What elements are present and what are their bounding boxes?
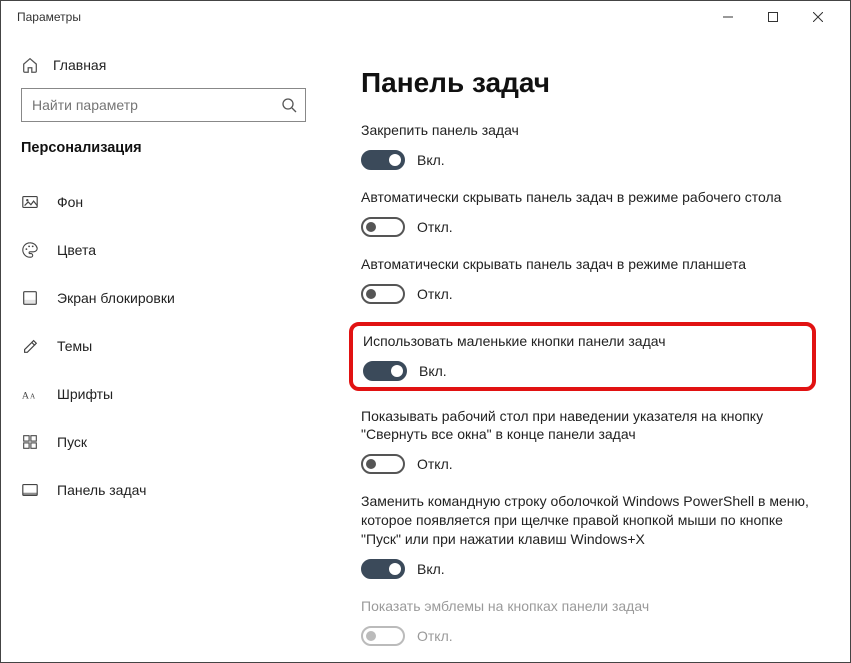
maximize-icon [768, 12, 778, 22]
close-button[interactable] [795, 1, 840, 33]
sidebar-item-background[interactable]: Фон [1, 178, 326, 226]
toggle-powershell[interactable] [361, 559, 405, 579]
setting-label: Автоматически скрывать панель задач в ре… [361, 255, 810, 274]
setting-label: Автоматически скрывать панель задач в ре… [361, 188, 810, 207]
start-icon [21, 433, 39, 451]
setting-autohide-desktop: Автоматически скрывать панель задач в ре… [361, 188, 810, 237]
maximize-button[interactable] [750, 1, 795, 33]
sidebar-item-label: Экран блокировки [57, 290, 175, 306]
close-icon [813, 12, 823, 22]
svg-text:A: A [22, 391, 30, 402]
svg-text:A: A [30, 393, 36, 401]
sidebar-item-colors[interactable]: Цвета [1, 226, 326, 274]
home-icon [21, 56, 39, 74]
minimize-button[interactable] [705, 1, 750, 33]
toggle-autohide-tablet[interactable] [361, 284, 405, 304]
picture-icon [21, 193, 39, 211]
setting-label: Показать эмблемы на кнопках панели задач [361, 597, 810, 616]
taskbar-icon [21, 481, 39, 499]
sidebar-item-fonts[interactable]: AA Шрифты [1, 370, 326, 418]
toggle-badges [361, 626, 405, 646]
setting-label: Закрепить панель задач [361, 121, 810, 140]
home-label: Главная [53, 57, 106, 73]
sidebar-item-label: Фон [57, 194, 83, 210]
sidebar-item-lockscreen[interactable]: Экран блокировки [1, 274, 326, 322]
home-link[interactable]: Главная [1, 48, 326, 88]
sidebar-item-themes[interactable]: Темы [1, 322, 326, 370]
sidebar: Главная Персонализация Фон Цвета Экран б… [1, 33, 326, 662]
toggle-small-buttons[interactable] [363, 361, 407, 381]
page-heading: Панель задач [361, 67, 810, 99]
toggle-state: Откл. [417, 456, 453, 472]
sidebar-item-start[interactable]: Пуск [1, 418, 326, 466]
title-bar: Параметры [1, 1, 850, 33]
sidebar-item-label: Цвета [57, 242, 96, 258]
search-box[interactable] [21, 88, 306, 122]
search-icon [281, 97, 297, 113]
fonts-icon: AA [21, 385, 39, 403]
toggle-state: Откл. [417, 628, 453, 644]
toggle-state: Откл. [417, 286, 453, 302]
sidebar-item-label: Панель задач [57, 482, 146, 498]
window-title: Параметры [11, 10, 705, 24]
toggle-state: Вкл. [419, 363, 447, 379]
sidebar-item-label: Шрифты [57, 386, 113, 402]
setting-badges: Показать эмблемы на кнопках панели задач… [361, 597, 810, 646]
setting-label: Использовать маленькие кнопки панели зад… [363, 332, 802, 351]
sidebar-nav: Фон Цвета Экран блокировки Темы AA Шрифт… [1, 178, 326, 514]
setting-label: Заменить командную строку оболочкой Wind… [361, 492, 810, 549]
sidebar-item-label: Темы [57, 338, 92, 354]
toggle-state: Вкл. [417, 152, 445, 168]
setting-powershell: Заменить командную строку оболочкой Wind… [361, 492, 810, 579]
themes-icon [21, 337, 39, 355]
lockscreen-icon [21, 289, 39, 307]
toggle-state: Вкл. [417, 561, 445, 577]
setting-small-buttons: Использовать маленькие кнопки панели зад… [349, 322, 816, 391]
toggle-autohide-desktop[interactable] [361, 217, 405, 237]
sidebar-item-label: Пуск [57, 434, 87, 450]
toggle-peek-desktop[interactable] [361, 454, 405, 474]
palette-icon [21, 241, 39, 259]
setting-autohide-tablet: Автоматически скрывать панель задач в ре… [361, 255, 810, 304]
toggle-state: Откл. [417, 219, 453, 235]
window-controls [705, 1, 840, 33]
toggle-lock-taskbar[interactable] [361, 150, 405, 170]
minimize-icon [723, 12, 733, 22]
setting-lock-taskbar: Закрепить панель задач Вкл. [361, 121, 810, 170]
setting-peek-desktop: Показывать рабочий стол при наведении ук… [361, 407, 810, 475]
sidebar-item-taskbar[interactable]: Панель задач [1, 466, 326, 514]
sidebar-section-title: Персонализация [1, 140, 326, 178]
setting-label: Показывать рабочий стол при наведении ук… [361, 407, 810, 445]
content-pane: Панель задач Закрепить панель задач Вкл.… [326, 33, 850, 662]
search-input[interactable] [32, 97, 281, 113]
